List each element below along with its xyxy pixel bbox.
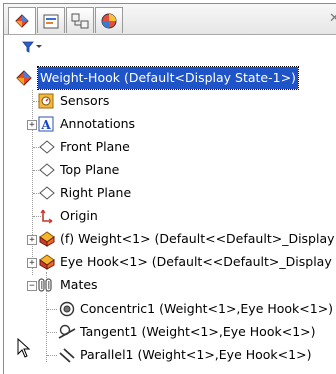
- tree-connector: [32, 90, 33, 275]
- tab-configuration-manager[interactable]: [66, 7, 94, 33]
- tree-item-label: Annotations: [60, 116, 136, 131]
- tree-item-label: Top Plane: [60, 162, 120, 177]
- plane-icon: [39, 140, 55, 154]
- origin-icon: [40, 209, 53, 224]
- tree-item-eye-hook-component[interactable]: Eye Hook<1> (Default<<Default>_Display S: [38, 251, 336, 273]
- tab-display-manager[interactable]: [95, 7, 123, 33]
- tree-item-top-plane[interactable]: Top Plane: [38, 159, 328, 181]
- filter-button[interactable]: [22, 41, 44, 56]
- tab-property-manager[interactable]: [37, 7, 65, 33]
- panel-tab-bar: ✕: [4, 4, 336, 35]
- plane-icon: [39, 186, 55, 200]
- tree-item-sensors[interactable]: Sensors: [38, 90, 328, 112]
- configuration-manager-icon: [71, 13, 89, 29]
- tangent-mate-icon: [58, 324, 76, 339]
- tree-item-label: Eye Hook<1> (Default<<Default>_Display S: [60, 254, 336, 269]
- tree-item-mates[interactable]: Mates: [38, 274, 328, 296]
- annotations-icon: A: [38, 116, 54, 132]
- tree-item-annotations[interactable]: A Annotations: [38, 113, 328, 135]
- part-icon: [39, 254, 55, 270]
- tree-item-label: Tangent1 (Weight<1>,Eye Hook<1>): [80, 324, 316, 339]
- tree-item-origin[interactable]: Origin: [38, 205, 328, 227]
- parallel-mate-icon: [59, 348, 75, 363]
- tree-item-label: (f) Weight<1> (Default<<Default>_Display: [60, 231, 335, 246]
- sensors-icon: [38, 93, 54, 109]
- tree-item-label: Sensors: [60, 93, 110, 108]
- expand-weight[interactable]: +: [27, 235, 37, 245]
- filter-icon: [22, 41, 42, 53]
- mouse-cursor-icon: [17, 338, 31, 358]
- tree-item-label: Parallel1 (Weight<1>,Eye Hook<1>): [80, 347, 312, 362]
- tree-item-label: Front Plane: [60, 139, 130, 154]
- tree-item-concentric-mate[interactable]: Concentric1 (Weight<1>,Eye Hook<1>): [58, 298, 336, 320]
- tab-feature-manager[interactable]: [8, 7, 36, 34]
- part-icon: [39, 231, 55, 247]
- tree-root-row[interactable]: Weight-Hook (Default<Display State-1>): [14, 66, 334, 90]
- tree-item-label: Right Plane: [60, 185, 132, 200]
- mates-folder-icon: [38, 278, 52, 292]
- property-manager-icon: [43, 14, 59, 29]
- panel-close-icon[interactable]: ✕: [329, 11, 336, 26]
- concentric-mate-icon: [59, 301, 75, 317]
- plane-icon: [39, 163, 55, 177]
- tree-item-label: Origin: [60, 208, 98, 223]
- assembly-icon: [16, 70, 32, 86]
- expand-eye-hook[interactable]: +: [27, 258, 37, 268]
- tree-item-front-plane[interactable]: Front Plane: [38, 136, 328, 158]
- display-manager-icon: [101, 13, 117, 29]
- tree-item-parallel-mate[interactable]: Parallel1 (Weight<1>,Eye Hook<1>): [58, 344, 336, 366]
- tree-item-tangent-mate[interactable]: Tangent1 (Weight<1>,Eye Hook<1>): [58, 321, 336, 343]
- expand-annotations[interactable]: +: [27, 120, 37, 130]
- tree-item-label: Mates: [60, 277, 98, 292]
- collapse-mates[interactable]: −: [27, 281, 37, 291]
- svg-text:A: A: [40, 118, 51, 132]
- tree-item-right-plane[interactable]: Right Plane: [38, 182, 328, 204]
- tree-item-weight-component[interactable]: (f) Weight<1> (Default<<Default>_Display: [38, 228, 336, 250]
- feature-manager-tree-icon: [15, 14, 29, 28]
- tree-root-label: Weight-Hook (Default<Display State-1>): [37, 66, 299, 90]
- tree-item-label: Concentric1 (Weight<1>,Eye Hook<1>): [80, 301, 334, 316]
